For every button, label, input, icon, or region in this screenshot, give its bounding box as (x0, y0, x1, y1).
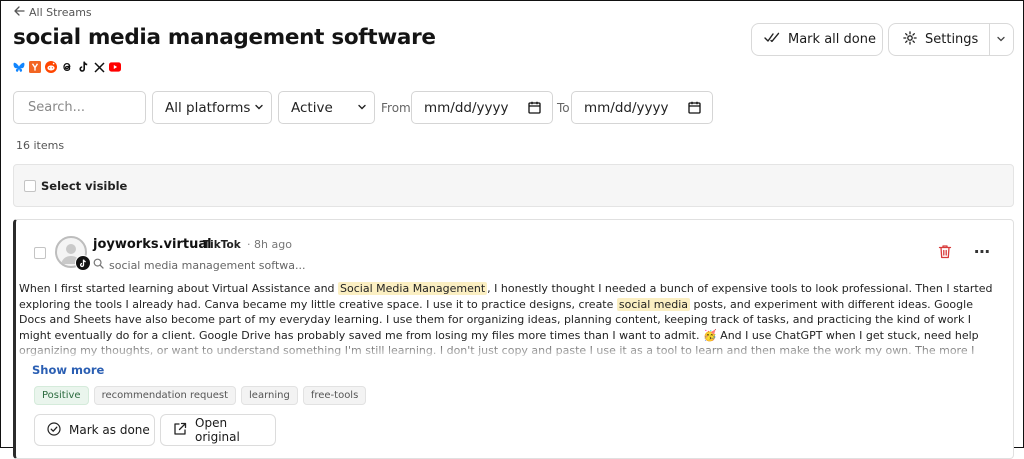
double-check-icon (764, 32, 781, 47)
platform-select[interactable]: All platforms (152, 91, 272, 124)
search-input[interactable] (26, 99, 145, 116)
select-visible-checkbox[interactable] (24, 180, 36, 192)
back-link[interactable]: All Streams (14, 6, 92, 19)
to-date-input[interactable]: mm/dd/yyyy (571, 91, 713, 124)
threads-icon (61, 61, 73, 73)
post-checkbox[interactable] (34, 247, 46, 259)
open-original-button[interactable]: Open original (160, 414, 276, 446)
tiktok-icon (77, 61, 89, 73)
calendar-icon[interactable] (528, 101, 541, 118)
keyword-highlight: Social Media Management (338, 282, 488, 295)
matched-query-text: social media management softwa... (109, 258, 306, 272)
button-divider (989, 24, 990, 55)
to-label: To (557, 101, 570, 115)
settings-button[interactable]: Settings (888, 23, 1014, 56)
check-circle-icon (47, 421, 61, 439)
from-label: From (381, 101, 411, 115)
sentiment-tag: Positive (34, 386, 89, 405)
matched-query: social media management softwa... (93, 258, 305, 272)
status-select[interactable]: Active (278, 91, 375, 124)
post-card: joyworks.virtual TikTok · 8h ago social … (13, 219, 1014, 459)
settings-label: Settings (925, 32, 979, 47)
keyword-highlight: social media (616, 297, 691, 311)
select-visible-label[interactable]: Select visible (41, 179, 127, 193)
meta-separator: · (247, 238, 251, 251)
topic-tag: free-tools (302, 386, 367, 405)
ycombinator-icon (29, 61, 41, 73)
search-field[interactable] (13, 91, 146, 124)
reddit-icon (45, 61, 57, 73)
topic-tag: learning (241, 386, 298, 405)
post-platform: TikTok (203, 239, 241, 251)
item-count: 16 items (16, 139, 65, 152)
post-time: 8h ago (254, 238, 292, 251)
tag-list: Positive recommendation request learning… (34, 386, 367, 405)
open-original-label: Open original (195, 416, 240, 444)
chevron-down-icon (356, 101, 368, 117)
bluesky-icon (13, 61, 25, 73)
more-options-icon[interactable]: ⋯ (974, 242, 991, 261)
author-name[interactable]: joyworks.virtual (93, 237, 212, 252)
chevron-down-icon (253, 101, 265, 117)
external-link-icon (173, 422, 187, 439)
from-date-input[interactable]: mm/dd/yyyy (411, 91, 553, 124)
page-title: social media management software (13, 25, 436, 50)
select-visible-bar: Select visible (13, 164, 1014, 207)
chevron-down-icon[interactable] (995, 33, 1007, 49)
mark-all-done-button[interactable]: Mark all done (751, 23, 883, 56)
calendar-icon[interactable] (688, 101, 701, 118)
arrow-left-icon (14, 6, 25, 19)
trash-icon[interactable] (938, 244, 952, 263)
mark-all-done-label: Mark all done (788, 32, 876, 47)
tiktok-badge-icon (75, 255, 91, 271)
search-icon (93, 258, 104, 272)
gear-icon (903, 30, 917, 49)
topic-tag: recommendation request (93, 386, 237, 405)
youtube-icon (109, 61, 121, 73)
to-date-value: mm/dd/yyyy (584, 99, 669, 116)
x-icon (93, 61, 105, 73)
post-body-text: When I first started learning about Virt… (19, 282, 339, 295)
status-select-value: Active (291, 99, 333, 116)
mark-as-done-label: Mark as done (69, 423, 150, 437)
mark-as-done-button[interactable]: Mark as done (34, 414, 155, 446)
show-more-link[interactable]: Show more (32, 363, 104, 377)
text-fade-overlay (16, 341, 1006, 361)
back-link-label: All Streams (29, 6, 92, 19)
from-date-value: mm/dd/yyyy (424, 99, 509, 116)
platform-icons (13, 61, 121, 73)
platform-select-value: All platforms (165, 99, 251, 116)
